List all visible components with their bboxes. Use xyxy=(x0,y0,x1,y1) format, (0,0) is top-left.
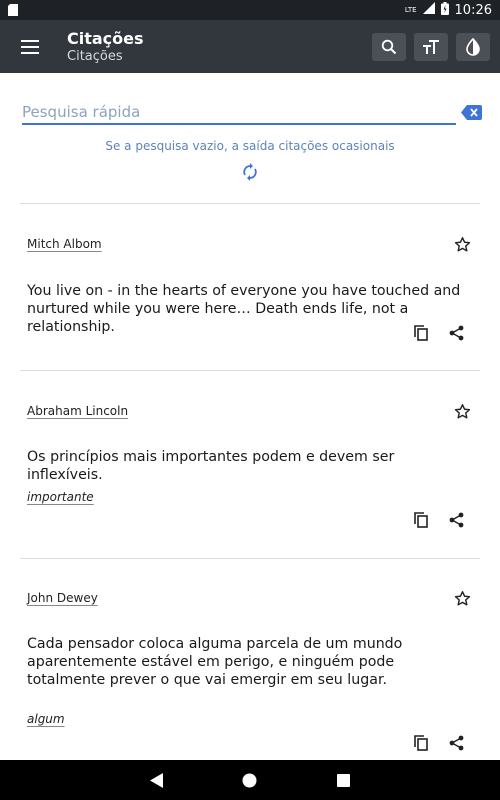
search-icon xyxy=(381,39,397,54)
quote-author[interactable]: Mitch Albom xyxy=(27,237,102,251)
quote-text: You live on - in the hearts of everyone … xyxy=(27,283,461,335)
back-button[interactable] xyxy=(142,765,172,795)
clear-search-button[interactable] xyxy=(460,103,482,121)
text-size-icon xyxy=(423,39,439,54)
recents-icon xyxy=(336,773,350,787)
contrast-icon xyxy=(466,37,480,56)
copy-icon xyxy=(414,512,428,528)
clear-icon xyxy=(460,104,482,120)
copy-icon xyxy=(414,735,428,751)
appbar-actions xyxy=(372,32,500,61)
copy-button[interactable] xyxy=(411,733,431,753)
share-icon xyxy=(449,512,463,528)
quote-card: Mitch Albom You live on - in the hearts … xyxy=(0,204,500,370)
menu-icon xyxy=(21,39,39,54)
quote-card: Abraham Lincoln Os princípios mais impor… xyxy=(0,371,500,559)
favorite-button[interactable] xyxy=(452,588,472,608)
system-nav-bar xyxy=(0,760,500,800)
star-outline-icon xyxy=(454,590,470,606)
copy-button[interactable] xyxy=(411,323,431,343)
quote-card: John Dewey Cada pensador coloca alguma p… xyxy=(0,559,500,759)
share-icon xyxy=(449,325,463,341)
status-indicators: LTE 10:26 xyxy=(404,1,492,19)
sd-card-icon xyxy=(8,1,18,20)
share-button[interactable] xyxy=(446,733,466,753)
refresh-icon xyxy=(243,163,257,181)
app-titles: Citações Citações xyxy=(60,29,372,65)
copy-icon xyxy=(414,325,428,341)
network-label: LTE xyxy=(404,6,417,14)
home-icon xyxy=(242,773,257,787)
status-bar: LTE 10:26 xyxy=(0,0,500,20)
quote-tag[interactable]: importante xyxy=(27,490,94,504)
search-input[interactable] xyxy=(22,101,456,125)
page-subtitle: Citações xyxy=(67,48,123,64)
quote-author[interactable]: John Dewey xyxy=(27,591,98,605)
clock: 10:26 xyxy=(454,2,492,18)
quote-tag[interactable]: algum xyxy=(27,712,65,726)
recents-button[interactable] xyxy=(328,765,358,795)
star-outline-icon xyxy=(454,403,470,419)
main-content: Se a pesquisa vazio, a saída citações oc… xyxy=(0,73,500,760)
back-icon xyxy=(149,772,163,788)
page-title: Citações xyxy=(67,28,144,48)
menu-button[interactable] xyxy=(0,20,60,73)
signal-icon xyxy=(422,2,435,18)
text-size-button[interactable] xyxy=(414,32,448,61)
favorite-button[interactable] xyxy=(452,234,472,254)
quote-author[interactable]: Abraham Lincoln xyxy=(27,404,128,418)
share-button[interactable] xyxy=(446,323,466,343)
copy-button[interactable] xyxy=(411,510,431,530)
quote-text: Os princípios mais importantes podem e d… xyxy=(27,449,395,483)
refresh-button[interactable] xyxy=(239,161,261,183)
quote-text: Cada pensador coloca alguma parcela de u… xyxy=(27,636,403,688)
battery-icon xyxy=(440,1,449,19)
theme-contrast-button[interactable] xyxy=(456,32,490,61)
search-hint: Se a pesquisa vazio, a saída citações oc… xyxy=(105,139,395,153)
star-outline-icon xyxy=(454,236,470,252)
home-button[interactable] xyxy=(235,765,265,795)
search-button[interactable] xyxy=(372,32,406,61)
search-bar xyxy=(22,101,482,127)
share-icon xyxy=(449,735,463,751)
favorite-button[interactable] xyxy=(452,401,472,421)
app-bar: Citações Citações xyxy=(0,20,500,73)
share-button[interactable] xyxy=(446,510,466,530)
app-screen: LTE 10:26 Citações Citações Pesquisa ráp… xyxy=(0,0,500,800)
